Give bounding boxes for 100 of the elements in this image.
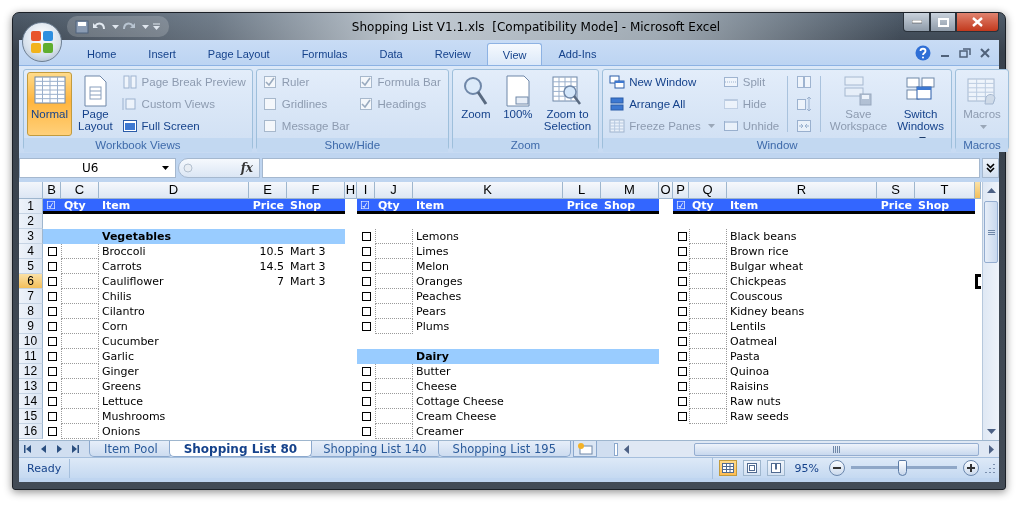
qty-field[interactable]: [689, 244, 727, 259]
item-checkbox[interactable]: [362, 247, 371, 256]
qty-field[interactable]: [689, 379, 727, 394]
item-checkbox[interactable]: [678, 412, 687, 421]
formula-field[interactable]: [262, 158, 980, 178]
ribbon-button[interactable]: Page Layout: [74, 72, 117, 136]
qty-field[interactable]: [689, 409, 727, 424]
item-checkbox[interactable]: [48, 322, 57, 331]
qty-field[interactable]: [61, 304, 99, 319]
ribbon-tab[interactable]: Page Layout: [191, 42, 286, 65]
column-header[interactable]: F: [287, 182, 345, 199]
item-checkbox[interactable]: [362, 322, 371, 331]
row-header[interactable]: 9: [19, 319, 43, 334]
qty-field[interactable]: [689, 274, 727, 289]
qty-field[interactable]: [61, 364, 99, 379]
qty-field[interactable]: [375, 259, 413, 274]
column-header[interactable]: Q: [689, 182, 727, 199]
ribbon-tab[interactable]: View: [486, 43, 543, 66]
row-header[interactable]: 11: [19, 349, 43, 364]
item-checkbox[interactable]: [362, 382, 371, 391]
item-checkbox[interactable]: [678, 262, 687, 271]
close-icon[interactable]: [979, 46, 991, 59]
item-checkbox[interactable]: [678, 232, 687, 241]
item-checkbox[interactable]: [678, 352, 687, 361]
column-header[interactable]: R: [727, 182, 877, 199]
row-header[interactable]: 4: [19, 244, 43, 259]
item-checkbox[interactable]: [48, 277, 57, 286]
item-checkbox[interactable]: [48, 427, 57, 436]
item-checkbox[interactable]: [48, 412, 57, 421]
qty-field[interactable]: [61, 319, 99, 334]
sheet-tab[interactable]: Shopping List 195: [437, 441, 571, 457]
maximize-button[interactable]: [930, 13, 956, 32]
row-header[interactable]: 5: [19, 259, 43, 274]
column-header[interactable]: B: [43, 182, 61, 199]
item-checkbox[interactable]: [48, 292, 57, 301]
item-checkbox[interactable]: [48, 397, 57, 406]
qty-field[interactable]: [375, 379, 413, 394]
item-checkbox[interactable]: [678, 322, 687, 331]
qty-field[interactable]: [375, 244, 413, 259]
item-checkbox[interactable]: [678, 292, 687, 301]
row-header[interactable]: 1: [19, 199, 43, 214]
row-header[interactable]: 2: [19, 214, 43, 229]
column-header[interactable]: K: [413, 182, 563, 199]
column-header[interactable]: H: [345, 182, 357, 199]
zoom-in-button[interactable]: [963, 460, 979, 476]
qty-field[interactable]: [375, 409, 413, 424]
column-header[interactable]: I: [357, 182, 375, 199]
item-checkbox[interactable]: [678, 277, 687, 286]
item-checkbox[interactable]: [362, 262, 371, 271]
restore-icon[interactable]: [959, 46, 971, 59]
insert-sheet-button[interactable]: [572, 441, 597, 457]
row-header[interactable]: 7: [19, 289, 43, 304]
qty-field[interactable]: [689, 364, 727, 379]
qty-field[interactable]: [689, 349, 727, 364]
item-checkbox[interactable]: [48, 337, 57, 346]
office-button[interactable]: [22, 22, 62, 62]
view-button[interactable]: [742, 460, 761, 476]
row-header[interactable]: 12: [19, 364, 43, 379]
column-header[interactable]: C: [61, 182, 99, 199]
qty-field[interactable]: [689, 319, 727, 334]
view-button[interactable]: [766, 460, 785, 476]
column-header[interactable]: O: [659, 182, 673, 199]
qty-field[interactable]: [61, 334, 99, 349]
scroll-thumb[interactable]: [694, 442, 979, 456]
slider-thumb[interactable]: [897, 460, 907, 476]
sheet-tab[interactable]: Shopping List 80: [168, 441, 313, 457]
view-button[interactable]: [718, 460, 737, 476]
row-header[interactable]: 13: [19, 379, 43, 394]
ribbon-button[interactable]: Normal: [27, 72, 73, 136]
row-header[interactable]: 14: [19, 394, 43, 409]
item-checkbox[interactable]: [48, 382, 57, 391]
column-header[interactable]: T: [915, 182, 975, 199]
close-button[interactable]: [956, 13, 999, 32]
column-header[interactable]: M: [601, 182, 659, 199]
item-checkbox[interactable]: [362, 367, 371, 376]
save-icon[interactable]: [75, 19, 89, 34]
item-checkbox[interactable]: [362, 232, 371, 241]
item-checkbox[interactable]: [678, 397, 687, 406]
name-box[interactable]: U6: [19, 158, 176, 178]
qty-field[interactable]: [61, 394, 99, 409]
ribbon-tab[interactable]: Review: [418, 42, 487, 65]
qty-field[interactable]: [689, 394, 727, 409]
qty-field[interactable]: [61, 289, 99, 304]
column-header[interactable]: P: [673, 182, 689, 199]
ribbon-tab[interactable]: Formulas: [285, 42, 364, 65]
item-checkbox[interactable]: [48, 247, 57, 256]
qty-field[interactable]: [61, 379, 99, 394]
ribbon-tab[interactable]: Insert: [132, 42, 192, 65]
item-checkbox[interactable]: [362, 277, 371, 286]
qty-field[interactable]: [375, 319, 413, 334]
row-header[interactable]: 8: [19, 304, 43, 319]
item-checkbox[interactable]: [362, 307, 371, 316]
item-checkbox[interactable]: [678, 382, 687, 391]
qty-field[interactable]: [375, 274, 413, 289]
qty-field[interactable]: [61, 259, 99, 274]
ribbon-button[interactable]: New Window: [606, 72, 718, 92]
column-header[interactable]: S: [877, 182, 915, 199]
sheet-tab[interactable]: Shopping List 140: [308, 441, 442, 457]
qty-field[interactable]: [61, 409, 99, 424]
item-checkbox[interactable]: [678, 367, 687, 376]
